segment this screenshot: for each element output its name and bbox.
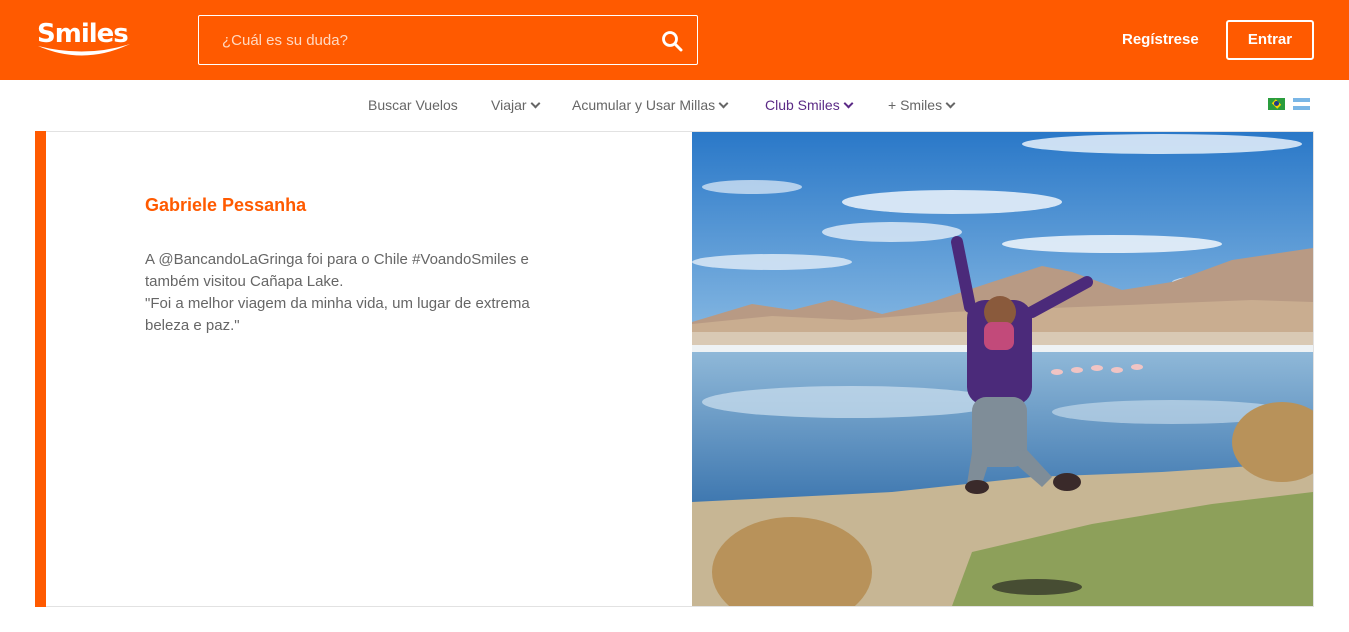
chevron-down-icon [530,98,540,109]
nav-item-label: Viajar [491,97,527,113]
main-nav: Buscar Vuelos Viajar Acumular y Usar Mil… [0,80,1349,131]
top-header: Smiles Regístrese Entrar [0,0,1349,80]
argentina-flag-icon[interactable] [1293,98,1310,110]
logo-text: Smiles [37,19,129,49]
lake-jump-illustration [692,132,1313,606]
search-icon[interactable] [661,30,683,52]
nav-item-acumular[interactable]: Acumular y Usar Millas [572,97,729,113]
nav-item-club-smiles[interactable]: Club Smiles [765,97,854,113]
nav-item-mas-smiles[interactable]: + Smiles [888,97,956,113]
testimonial-text: A @BancandoLaGringa foi para o Chile #Vo… [145,249,575,337]
nav-item-buscar-vuelos[interactable]: Buscar Vuelos [368,97,458,113]
nav-item-label: + Smiles [888,97,943,113]
chevron-down-icon [718,98,729,109]
testimonial-quote: "Foi a melhor viagem da minha vida, um l… [145,295,530,334]
brazil-flag-icon[interactable] [1268,98,1285,110]
search-input[interactable] [199,16,649,64]
chevron-down-icon [945,98,956,109]
testimonial-photo [692,132,1313,606]
nav-item-label: Acumular y Usar Millas [572,97,716,113]
card-accent-bar [35,131,46,607]
chevron-down-icon [843,98,854,109]
testimonial-line-1: A @BancandoLaGringa foi para o Chile #Vo… [145,251,529,290]
testimonial-author: Gabriele Pessanha [145,195,307,215]
register-link[interactable]: Regístrese [1122,31,1199,48]
nav-item-viajar[interactable]: Viajar [491,97,540,113]
nav-item-label: Buscar Vuelos [368,97,458,113]
search-box [198,15,698,65]
login-button[interactable]: Entrar [1226,20,1314,60]
smiles-logo[interactable]: Smiles [34,14,134,64]
nav-item-label: Club Smiles [765,97,840,113]
